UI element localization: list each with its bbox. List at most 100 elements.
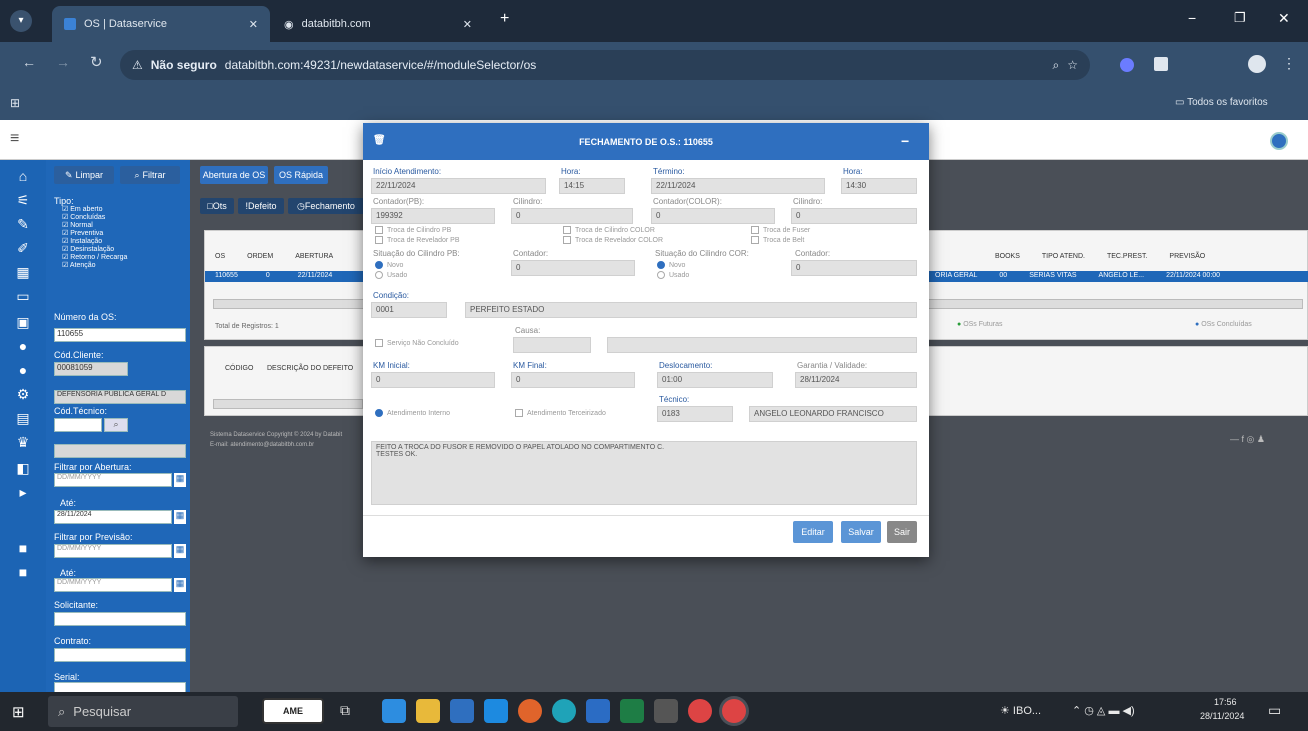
troca-cil-pb-checkbox[interactable]: Troca de Cilindro PB — [375, 226, 451, 234]
taskview-icon[interactable]: ⧉ — [340, 702, 350, 719]
calendar-icon[interactable]: ▦ — [174, 544, 186, 558]
zoom-icon[interactable]: ⌕ — [1053, 58, 1060, 73]
cilindro2-field[interactable]: 0 — [791, 208, 917, 224]
back-icon[interactable]: ← — [22, 54, 36, 70]
new-tab-icon[interactable]: + — [500, 10, 509, 28]
tipo-option[interactable]: ☑ Normal — [62, 222, 127, 230]
contador3-field[interactable]: 0 — [791, 260, 917, 276]
tab-os-dataservice[interactable]: OS | Dataservice ✕ — [52, 6, 270, 42]
tech-search-button[interactable]: ⌕ — [104, 418, 128, 432]
ots-button[interactable]: □ Ots — [200, 198, 234, 214]
hamburger-icon[interactable]: ≡ — [10, 130, 19, 148]
tech-code-input[interactable] — [54, 418, 102, 432]
extension-icon[interactable] — [1120, 58, 1134, 72]
maximize-icon[interactable]: ❐ — [1234, 10, 1246, 26]
folder-icon[interactable] — [416, 699, 440, 723]
excel-icon[interactable] — [620, 699, 644, 723]
tecnico-name-field[interactable]: ANGELO LEONARDO FRANCISCO — [749, 406, 917, 422]
condicao-desc-field[interactable]: PERFEITO ESTADO — [465, 302, 917, 318]
minimize-icon[interactable]: − — [1188, 10, 1196, 26]
extension-icon[interactable] — [1154, 57, 1168, 71]
close-icon[interactable]: ✕ — [249, 18, 258, 31]
tipo-option[interactable]: ☑ Concluídas — [62, 214, 127, 222]
inicio-field[interactable]: 22/11/2024 — [371, 178, 546, 194]
edit-icon[interactable]: ✐ — [12, 240, 34, 258]
apps-icon[interactable]: ⊞ — [10, 96, 20, 110]
calendar-icon[interactable]: ▦ — [174, 578, 186, 592]
table-icon[interactable]: ▦ — [12, 264, 34, 282]
tipo-option[interactable]: ☑ Preventiva — [62, 230, 127, 238]
contador-color-field[interactable]: 0 — [651, 208, 775, 224]
user-avatar[interactable] — [1270, 132, 1288, 150]
km-inicial-field[interactable]: 0 — [371, 372, 495, 388]
close-window-icon[interactable]: ✕ — [1278, 10, 1290, 27]
word-icon[interactable] — [586, 699, 610, 723]
termino-field[interactable]: 22/11/2024 — [651, 178, 825, 194]
chrome-active-icon[interactable] — [722, 699, 746, 723]
hora1-field[interactable]: 14:15 — [559, 178, 625, 194]
km-final-field[interactable]: 0 — [511, 372, 635, 388]
app-icon[interactable] — [382, 699, 406, 723]
firefox-icon[interactable] — [518, 699, 542, 723]
contrato-input[interactable] — [54, 648, 186, 662]
arrow-icon[interactable]: ▸ — [12, 484, 34, 502]
client-name-input[interactable]: DEFENSORIA PUBLICA GERAL D — [54, 390, 186, 404]
filter-button[interactable]: ⌕ Filtrar — [120, 166, 180, 184]
client-code-input[interactable]: 00081059 — [54, 362, 128, 376]
os-number-input[interactable]: 110655 — [54, 328, 186, 342]
edit-button[interactable]: Editar — [793, 521, 833, 543]
causa-code-field[interactable] — [513, 337, 591, 353]
circle-icon[interactable]: ● — [12, 362, 34, 380]
grid-icon[interactable]: ▤ — [12, 410, 34, 428]
troca-fuser-checkbox[interactable]: Troca de Fuser — [751, 226, 810, 234]
chrome-icon[interactable] — [688, 699, 712, 723]
tech-name-input[interactable] — [54, 444, 186, 458]
tipo-option[interactable]: ☑ Atenção — [62, 262, 127, 270]
notification-icon[interactable]: ▭ — [1268, 702, 1281, 719]
trash-icon[interactable]: 🗑 — [373, 135, 386, 146]
tipo-option[interactable]: ☑ Instalação — [62, 238, 127, 246]
causa-desc-field[interactable] — [607, 337, 917, 353]
minimize-icon[interactable]: − — [901, 133, 909, 149]
observation-textarea[interactable]: FEITO A TROCA DO FUSOR E REMOVIDO O PAPE… — [371, 441, 917, 505]
bookmarks-folder[interactable]: ▭ Todos os favoritos — [1175, 97, 1268, 108]
tecnico-code-field[interactable]: 0183 — [657, 406, 733, 422]
tipo-option[interactable]: ☑ Em aberto — [62, 206, 127, 214]
forecast-to-input[interactable]: DD/MM/YYYY — [54, 578, 172, 592]
defeito-button[interactable]: ! Defeito — [238, 198, 284, 214]
settings-icon[interactable]: ⚙ — [12, 386, 34, 404]
troca-rev-pb-checkbox[interactable]: Troca de Revelador PB — [375, 236, 460, 244]
troca-belt-checkbox[interactable]: Troca de Belt — [751, 236, 804, 244]
condicao-code-field[interactable]: 0001 — [371, 302, 447, 318]
monitor-icon[interactable]: ▭ — [12, 288, 34, 306]
contador-pb-field[interactable]: 199392 — [371, 208, 495, 224]
tab-search-icon[interactable]: ▾ — [10, 10, 32, 32]
mail-icon[interactable] — [484, 699, 508, 723]
solicitante-input[interactable] — [54, 612, 186, 626]
sit-color-novo-radio[interactable]: Novo — [657, 261, 685, 269]
tipo-option[interactable]: ☑ Desinstalação — [62, 246, 127, 254]
edge-icon[interactable] — [552, 699, 576, 723]
forecast-from-input[interactable]: DD/MM/YYYY — [54, 544, 172, 558]
square-icon[interactable]: ■ — [12, 564, 34, 582]
horizontal-scrollbar[interactable] — [213, 399, 363, 409]
url-field[interactable]: ⚠ Não seguro databitbh.com:49231/newdata… — [120, 50, 1090, 80]
sit-color-usado-radio[interactable]: Usado — [657, 271, 689, 279]
sit-pb-usado-radio[interactable]: Usado — [375, 271, 407, 279]
contador2-field[interactable]: 0 — [511, 260, 635, 276]
os-rapida-button[interactable]: OS Rápida — [274, 166, 328, 184]
chart-icon[interactable]: ⚟ — [12, 192, 34, 210]
cilindro1-field[interactable]: 0 — [511, 208, 633, 224]
windows-start-icon[interactable]: ⊞ — [12, 703, 25, 721]
tab-databitbh[interactable]: ◉ databitbh.com ✕ — [272, 6, 484, 42]
square-icon[interactable]: ■ — [12, 540, 34, 558]
servico-checkbox[interactable]: Serviço Não Concluído — [375, 339, 459, 347]
open-from-input[interactable]: DD/MM/YYYY — [54, 473, 172, 487]
wrench-icon[interactable]: ✎ — [12, 216, 34, 234]
troca-cil-color-checkbox[interactable]: Troca de Cilindro COLOR — [563, 226, 655, 234]
home-icon[interactable]: ⌂ — [12, 168, 34, 186]
desloc-field[interactable]: 01:00 — [657, 372, 773, 388]
close-icon[interactable]: ✕ — [463, 18, 472, 31]
tray-icons[interactable]: ⌃ ◷ ◬ ▬ ◀) — [1072, 704, 1135, 717]
taskbar-search[interactable]: ⌕ Pesquisar — [48, 696, 238, 727]
